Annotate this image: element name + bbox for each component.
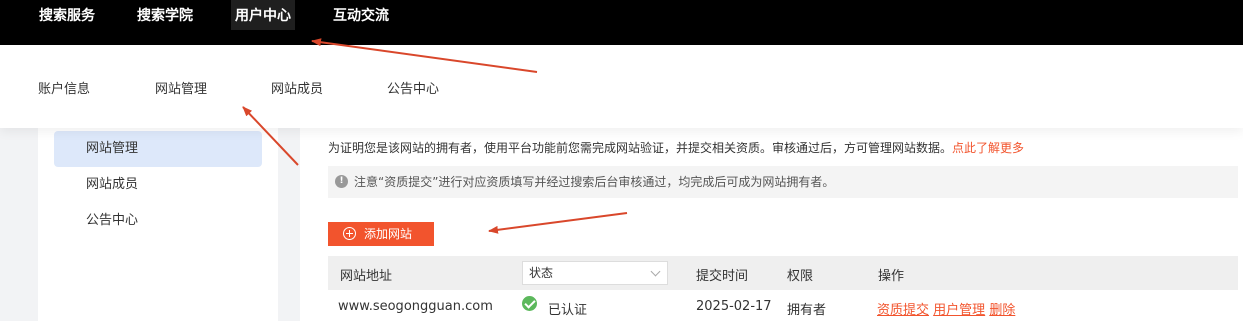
subnav-item-site-members[interactable]: 网站成员 <box>271 78 323 97</box>
topnav-item-community[interactable]: 互动交流 <box>329 0 393 30</box>
row-actions: 资质提交 用户管理 删除 <box>877 299 1015 318</box>
plus-circle-icon <box>343 227 356 240</box>
topnav-item-search-academy[interactable]: 搜索学院 <box>133 0 197 30</box>
header-role: 权限 <box>787 269 814 284</box>
delete-link[interactable]: 删除 <box>989 303 1015 318</box>
intro-text: 为证明您是该网站的拥有者，使用平台功能前您需完成网站验证，并提交相关资质。审核通… <box>328 139 1024 156</box>
intro-description: 为证明您是该网站的拥有者，使用平台功能前您需完成网站验证，并提交相关资质。审核通… <box>328 141 953 155</box>
sub-nav: 账户信息 网站管理 网站成员 公告中心 <box>0 45 1243 128</box>
row-role: 拥有者 <box>787 303 827 318</box>
header-submit-time: 提交时间 <box>696 269 749 284</box>
sidebar-item-announcements[interactable]: 公告中心 <box>54 203 262 239</box>
sidebar-item-site-management[interactable]: 网站管理 <box>54 131 262 167</box>
qualification-submit-link[interactable]: 资质提交 <box>877 303 929 318</box>
check-circle-icon <box>522 296 537 311</box>
status-select-value: 状态 <box>529 266 554 280</box>
subnav-item-site-management[interactable]: 网站管理 <box>155 78 207 97</box>
notice-bar: ! 注意“资质提交”进行对应资质填写并经过搜索后台审核通过，均完成后可成为网站拥… <box>328 166 1238 198</box>
top-nav: 搜索服务 搜索学院 用户中心 互动交流 <box>0 0 1243 45</box>
chevron-down-icon <box>650 266 661 277</box>
user-management-link[interactable]: 用户管理 <box>933 303 985 318</box>
row-status: 已认证 <box>548 303 588 318</box>
table-header: 网站地址 状态 提交时间 权限 操作 <box>328 256 1238 290</box>
topnav-item-search-service[interactable]: 搜索服务 <box>35 0 99 30</box>
subnav-item-account-info[interactable]: 账户信息 <box>38 78 90 97</box>
learn-more-link[interactable]: 点此了解更多 <box>952 141 1024 155</box>
sidebar-item-site-members[interactable]: 网站成员 <box>54 167 262 203</box>
status-filter-select[interactable]: 状态 <box>522 261 668 285</box>
table-row: www.seogongguan.com 已认证 2025-02-17 拥有者 资… <box>328 290 1238 321</box>
main-panel: 为证明您是该网站的拥有者，使用平台功能前您需完成网站验证，并提交相关资质。审核通… <box>300 128 1243 321</box>
header-site-address: 网站地址 <box>340 269 393 284</box>
add-site-label: 添加网站 <box>364 227 413 241</box>
sidebar: 网站管理 网站成员 公告中心 <box>38 128 278 321</box>
row-submit-time: 2025-02-17 <box>696 299 772 314</box>
topnav-item-user-center[interactable]: 用户中心 <box>231 0 295 30</box>
add-site-button[interactable]: 添加网站 <box>328 222 434 246</box>
header-actions: 操作 <box>878 269 905 284</box>
notice-text: 注意“资质提交”进行对应资质填写并经过搜索后台审核通过，均完成后可成为网站拥有者… <box>354 175 835 189</box>
row-site-address: www.seogongguan.com <box>338 299 493 314</box>
info-icon: ! <box>335 175 348 188</box>
page-root: 搜索服务 搜索学院 用户中心 互动交流 账户信息 网站管理 网站成员 公告中心 … <box>0 0 1243 321</box>
subnav-item-announcements[interactable]: 公告中心 <box>387 78 439 97</box>
